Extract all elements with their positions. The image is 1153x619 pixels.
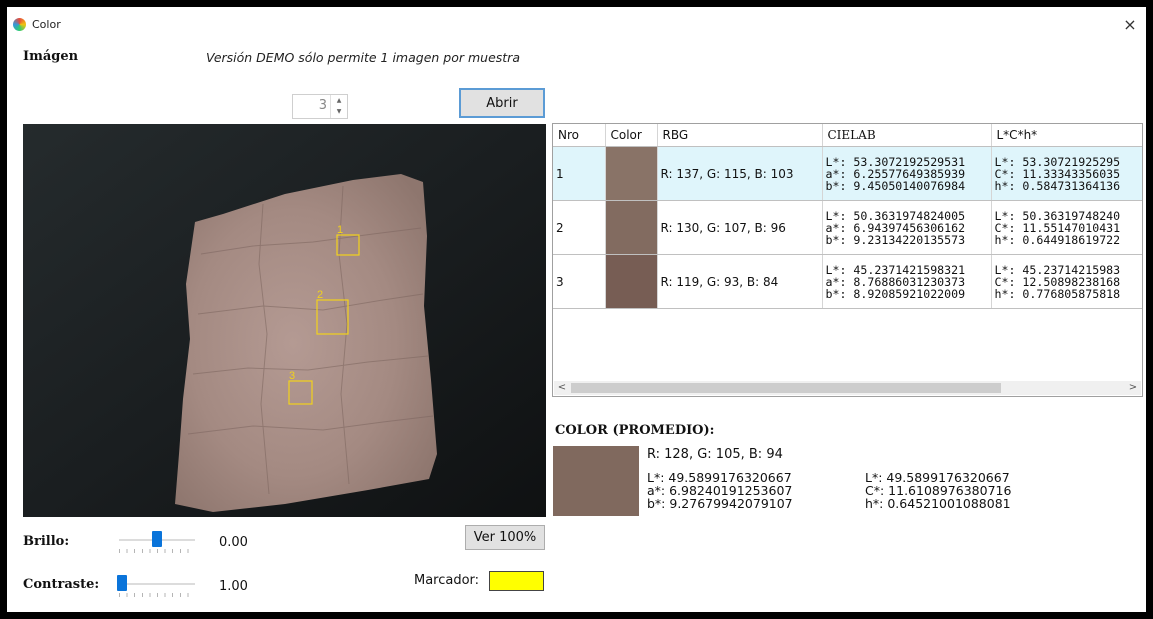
row-lab-l: L*: 53.3072192529531 — [825, 154, 966, 169]
row-lch-c: C*: 11.33343356035 — [994, 166, 1121, 181]
row-lch: L*: 53.30721925295 C*: 11.33343356035 h*: … — [991, 146, 1142, 201]
contrast-thumb[interactable] — [117, 575, 127, 591]
brightness-value: 0.00 — [219, 535, 248, 550]
column-header-rgb[interactable]: RBG — [657, 124, 823, 147]
table-row[interactable]: 2 R: 130, G: 107, B: 96 L*: 50.363197482… — [553, 200, 1142, 255]
row-lab-a: a*: 8.76886031230373 — [825, 274, 966, 289]
row-lch-c: C*: 12.50898238168 — [994, 274, 1121, 289]
row-rgb: R: 137, G: 115, B: 103 — [657, 146, 823, 201]
contrast-label: Contraste: — [23, 577, 100, 592]
column-header-cielab[interactable]: CIELAB — [822, 124, 992, 147]
sample-photo-canvas: 1 2 3 — [23, 124, 546, 517]
marker-color-picker[interactable] — [489, 571, 544, 591]
brightness-thumb[interactable] — [152, 531, 162, 547]
row-color-swatch — [605, 255, 656, 308]
brightness-label: Brillo: — [23, 534, 70, 549]
row-rgb: R: 130, G: 107, B: 96 — [657, 200, 823, 255]
row-rgb: R: 119, G: 93, B: 84 — [657, 254, 823, 309]
column-header-color[interactable]: Color — [605, 124, 658, 147]
scroll-right-icon[interactable]: > — [1125, 381, 1141, 395]
average-color-swatch — [553, 446, 639, 516]
row-lab-a: a*: 6.94397456306162 — [825, 220, 966, 235]
color-wheel-icon — [13, 18, 26, 31]
sample-image[interactable]: 1 2 3 — [23, 124, 546, 517]
average-rgb: R: 128, G: 105, B: 94 — [647, 447, 783, 462]
image-count-spinner[interactable]: 3 ▲ ▼ — [292, 94, 348, 119]
marker-color-label: Marcador: — [414, 573, 480, 588]
spinner-buttons: ▲ ▼ — [330, 95, 347, 118]
scrollbar-thumb[interactable] — [571, 383, 1001, 393]
average-cielab: L*: 49.5899176320667 a*: 6.98240191253607… — [647, 471, 793, 510]
row-color-cell — [605, 254, 658, 309]
contrast-slider[interactable] — [117, 573, 197, 597]
row-number: 1 — [553, 146, 606, 201]
row-lab-l: L*: 45.2371421598321 — [825, 262, 966, 277]
row-color-cell — [605, 146, 658, 201]
table-row[interactable]: 1 R: 137, G: 115, B: 103 L*: 53.30721925… — [553, 146, 1142, 201]
results-grid[interactable]: Nro Color RBG CIELAB L*C*h* 1 R: 137, G:… — [552, 123, 1143, 397]
row-lch-h: h*: 0.644918619722 — [994, 232, 1121, 247]
open-button[interactable]: Abrir — [459, 88, 545, 118]
column-header-nro[interactable]: Nro — [553, 124, 606, 147]
contrast-ticks — [119, 593, 195, 597]
marker-3-label: 3 — [289, 370, 295, 382]
row-lch-c: C*: 11.55147010431 — [994, 220, 1121, 235]
table-row[interactable]: 3 R: 119, G: 93, B: 84 L*: 45.2371421598… — [553, 254, 1142, 309]
view-full-size-button[interactable]: Ver 100% — [465, 525, 545, 550]
title-bar: Color × — [7, 7, 1146, 37]
row-lch: L*: 45.23714215983 C*: 12.50898238168 h*: … — [991, 254, 1142, 309]
row-lab-b: b*: 9.45050140076984 — [825, 178, 966, 193]
contrast-track — [119, 583, 195, 585]
row-lab-l: L*: 50.3631974824005 — [825, 208, 966, 223]
spinner-up-icon[interactable]: ▲ — [331, 95, 347, 106]
row-lab-a: a*: 6.25577649385939 — [825, 166, 966, 181]
results-table: Nro Color RBG CIELAB L*C*h* 1 R: 137, G:… — [553, 124, 1142, 309]
row-lch-l: L*: 53.30721925295 — [994, 154, 1121, 169]
row-color-swatch — [605, 147, 656, 200]
average-lch: L*: 49.5899176320667 C*: 11.6108976380716… — [865, 471, 1011, 510]
row-lch-h: h*: 0.584731364136 — [994, 178, 1121, 193]
demo-notice: Versión DEMO sólo permite 1 imagen por m… — [206, 50, 520, 65]
image-label: Imágen — [23, 49, 79, 64]
color-window: Color × Imágen Versión DEMO sólo permite… — [7, 7, 1146, 612]
row-cielab: L*: 50.3631974824005 a*: 6.94397456306162… — [822, 200, 992, 255]
scroll-left-icon[interactable]: < — [554, 381, 570, 395]
row-color-cell — [605, 200, 658, 255]
row-lab-b: b*: 9.23134220135573 — [825, 232, 966, 247]
meat-sample — [175, 174, 437, 512]
spinner-down-icon[interactable]: ▼ — [331, 106, 347, 117]
column-header-lch[interactable]: L*C*h* — [991, 124, 1142, 147]
contrast-value: 1.00 — [219, 579, 248, 594]
average-title: COLOR (PROMEDIO): — [555, 423, 715, 438]
row-number: 3 — [553, 254, 606, 309]
average-lch-h: h*: 0.64521001088081 — [865, 496, 1011, 511]
row-lch-l: L*: 50.36319748240 — [994, 208, 1121, 223]
brightness-ticks — [119, 549, 195, 553]
row-lch-h: h*: 0.776805875818 — [994, 286, 1121, 301]
row-number: 2 — [553, 200, 606, 255]
table-header-row: Nro Color RBG CIELAB L*C*h* — [553, 124, 1142, 147]
row-lab-b: b*: 8.92085921022009 — [825, 286, 966, 301]
row-lch-l: L*: 45.23714215983 — [994, 262, 1121, 277]
horizontal-scrollbar[interactable]: < > — [554, 381, 1141, 395]
row-cielab: L*: 53.3072192529531 a*: 6.25577649385939… — [822, 146, 992, 201]
close-icon[interactable]: × — [1116, 15, 1144, 35]
row-cielab: L*: 45.2371421598321 a*: 8.76886031230373… — [822, 254, 992, 309]
spinner-value: 3 — [318, 98, 327, 113]
row-color-swatch — [605, 201, 656, 254]
window-title: Color — [32, 18, 61, 31]
brightness-slider[interactable] — [117, 529, 197, 553]
average-lab-b: b*: 9.27679942079107 — [647, 496, 793, 511]
row-lch: L*: 50.36319748240 C*: 11.55147010431 h*: … — [991, 200, 1142, 255]
marker-1-label: 1 — [337, 224, 343, 236]
marker-2-label: 2 — [317, 289, 323, 301]
